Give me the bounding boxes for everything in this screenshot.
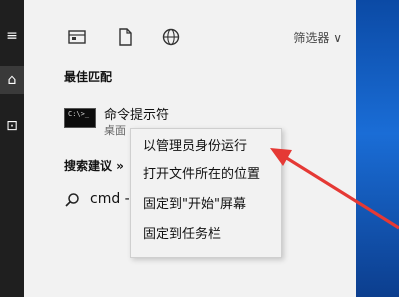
menu-icon[interactable]: ≡ [0,22,24,50]
search-query: cmd - [90,191,130,207]
menu-item-pin-to-start[interactable]: 固定到"开始"屏幕 [143,195,283,215]
app-subtitle: 桌面 [104,124,126,137]
filter-dropdown[interactable]: 筛选器 ∨ [293,29,342,46]
globe-icon[interactable] [160,26,182,48]
app-name: 命令提示符 [104,108,170,123]
left-rail: ≡ ⌂ ⊡ [0,0,24,297]
home-icon[interactable]: ⌂ [0,66,24,94]
menu-item-run-as-admin[interactable]: 以管理员身份运行 [143,137,283,157]
desktop-background [356,0,399,297]
command-prompt-icon: C:\>_ [64,108,96,128]
command-prompt-glyph: C:\>_ [68,110,90,118]
menu-item-pin-to-taskbar[interactable]: 固定到任务栏 [143,225,283,245]
screen-icon[interactable]: ⊡ [0,112,24,140]
apps-icon[interactable] [66,26,88,48]
search-icon [65,193,79,207]
context-menu: 以管理员身份运行 打开文件所在的位置 固定到"开始"屏幕 固定到任务栏 [130,128,282,258]
search-suggestions-heading: 搜索建议 » [64,159,124,173]
toolbar: 筛选器 ∨ [24,0,356,54]
best-match-heading: 最佳匹配 [64,70,113,84]
document-icon[interactable] [114,26,136,48]
menu-item-open-file-location[interactable]: 打开文件所在的位置 [143,165,283,185]
